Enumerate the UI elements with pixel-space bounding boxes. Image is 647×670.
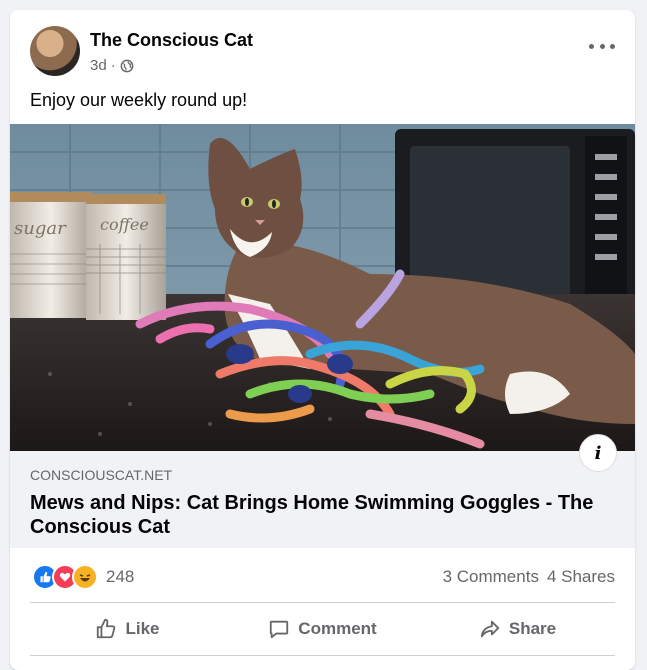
share-label: Share — [508, 619, 557, 638]
like-button[interactable]: Like — [30, 607, 225, 651]
globe-icon[interactable] — [120, 59, 134, 73]
link-preview[interactable]: CONSCIOUSCAT.NET Mews and Nips: Cat Brin… — [10, 451, 635, 548]
post-meta: 3d · — [90, 57, 134, 74]
info-icon[interactable]: i — [579, 434, 617, 472]
comment-icon — [270, 620, 289, 639]
comments-count[interactable]: 3 Comments — [443, 567, 539, 587]
more-options-icon[interactable] — [589, 38, 615, 54]
stats-divider — [30, 602, 615, 603]
comment-button[interactable]: Comment — [225, 607, 420, 651]
coffee-canister-label: coffee — [100, 215, 149, 234]
like-label: Like — [125, 619, 160, 638]
avatar[interactable] — [30, 26, 80, 76]
sugar-canister-label: sugar — [14, 218, 67, 239]
haha-reaction-icon — [72, 564, 98, 590]
share-button[interactable]: Share — [420, 607, 615, 651]
meta-separator: · — [110, 57, 116, 74]
actions-divider — [30, 655, 615, 656]
engagement-stats: 248 3 Comments 4 Shares — [10, 548, 635, 603]
link-title[interactable]: Mews and Nips: Cat Brings Home Swimming … — [30, 491, 620, 539]
share-arrow-icon — [480, 620, 500, 638]
shares-count[interactable]: 4 Shares — [547, 567, 615, 587]
thumbs-up-icon — [97, 618, 116, 639]
post-text: Enjoy our weekly round up! — [30, 90, 248, 110]
link-preview-image[interactable]: sugar coffee — [10, 124, 635, 451]
page-name[interactable]: The Conscious Cat — [90, 30, 253, 51]
action-bar: Like Comment Share — [30, 607, 615, 651]
post-card: The Conscious Cat 3d · Enjoy our weekly … — [10, 10, 635, 670]
link-domain: CONSCIOUSCAT.NET — [30, 467, 173, 483]
comment-share-counts: 3 Comments 4 Shares — [443, 567, 615, 587]
post-header: The Conscious Cat 3d · — [10, 10, 635, 82]
reactions-summary[interactable]: 248 — [32, 564, 134, 590]
reaction-count: 248 — [106, 567, 135, 586]
post-timestamp[interactable]: 3d — [90, 57, 107, 74]
cat-photo: sugar coffee — [10, 124, 635, 451]
comment-label: Comment — [298, 619, 377, 638]
